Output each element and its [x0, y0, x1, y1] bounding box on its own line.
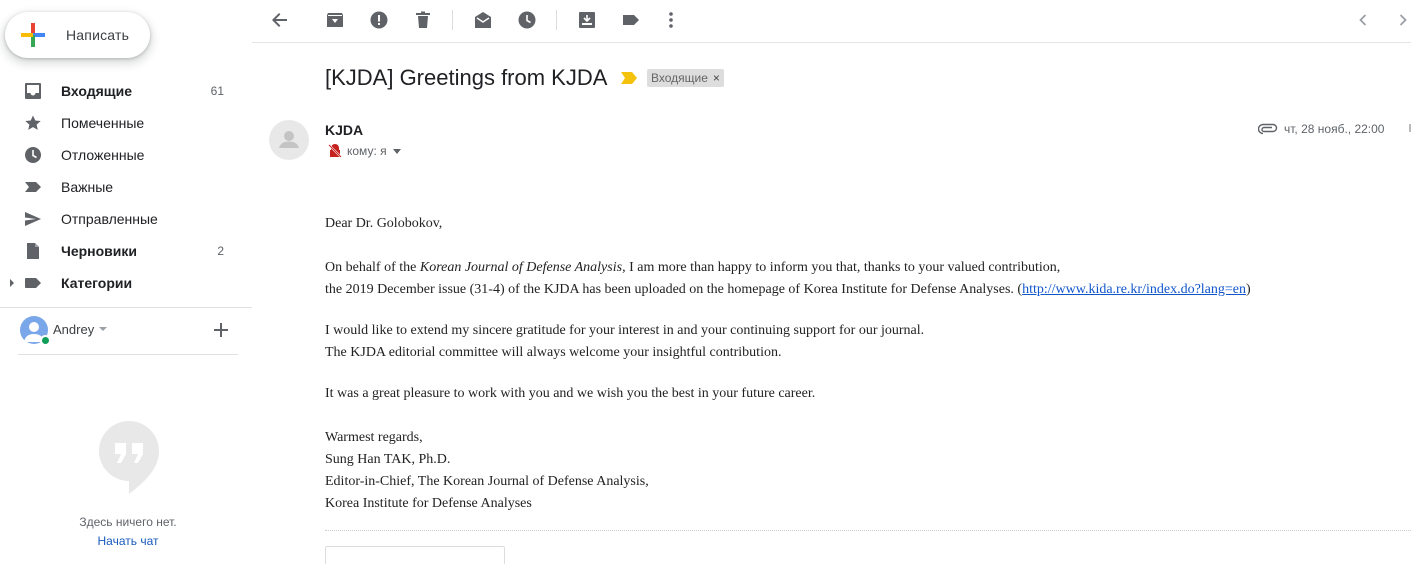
message-date: чт, 28 нояб., 22:00	[1284, 122, 1385, 136]
label-chip-inbox: Входящие ×	[647, 69, 724, 87]
body-text-span: , I am more than happy to inform you tha…	[622, 260, 1061, 275]
recipient-text: кому: я	[347, 144, 387, 158]
more-icon[interactable]	[661, 10, 681, 30]
prev-icon[interactable]	[1353, 10, 1373, 30]
sidebar-divider	[0, 307, 252, 308]
message-subject: [KJDA] Greetings from KJDA	[325, 65, 608, 90]
recipient-row: кому: я	[328, 143, 401, 159]
sidebar-nav: Входящие 61 Помеченные Отложенные Важные	[0, 75, 250, 299]
attachments-divider	[325, 530, 1411, 531]
journal-title: Korean Journal of Defense Analysis	[419, 260, 623, 275]
sidebar-item-label: Категории	[61, 275, 133, 291]
body-greeting: Dear Dr. Golobokov,	[325, 216, 443, 231]
attachment-icon	[1258, 123, 1278, 135]
unread-count: 61	[210, 84, 224, 98]
clock-icon	[24, 146, 42, 164]
sidebar-item-label: Отложенные	[61, 147, 145, 163]
hangouts-divider	[18, 354, 238, 355]
compose-plus-icon	[21, 23, 45, 47]
kida-link[interactable]: http://www.kida.re.kr/index.do?lang=en	[1022, 282, 1246, 297]
sidebar-item-inbox[interactable]: Входящие 61	[0, 75, 250, 107]
sidebar-item-label: Входящие	[61, 83, 132, 99]
mark-unread-icon[interactable]	[473, 10, 493, 30]
label-chip-text: Входящие	[651, 71, 708, 85]
sender-name[interactable]: KJDA	[325, 122, 363, 138]
sidebar-item-label: Важные	[61, 179, 114, 195]
sidebar-item-starred[interactable]: Помеченные	[0, 107, 250, 139]
inbox-icon	[24, 82, 42, 100]
attachment-card[interactable]	[325, 546, 505, 564]
sidebar-item-label: Помеченные	[61, 115, 145, 131]
hangouts-user[interactable]: Andrey	[18, 314, 238, 346]
chevron-down-icon[interactable]	[392, 148, 401, 154]
snooze-icon[interactable]	[517, 10, 537, 30]
hangouts-empty-text: Здесь ничего нет.	[79, 515, 177, 529]
sidebar: Написать Входящие 61 Помеченные Отложенн…	[0, 0, 252, 564]
signature-line-2: Sung Han TAK, Ph.D.	[325, 452, 451, 467]
compose-button[interactable]: Написать	[5, 12, 150, 58]
body-text-span: )	[1246, 282, 1251, 297]
send-icon	[24, 210, 42, 228]
body-paragraph-2: I would like to extend my sincere gratit…	[325, 323, 925, 338]
signature-line-3: Editor-in-Chief, The Korean Journal of D…	[325, 474, 649, 489]
drafts-count: 2	[217, 244, 224, 258]
delete-icon[interactable]	[413, 10, 433, 30]
hangouts-user-name: Andrey	[53, 322, 95, 337]
sidebar-item-drafts[interactable]: Черновики 2	[0, 235, 250, 267]
body-paragraph-1-line-2: the 2019 December issue (31-4) of the KJ…	[325, 279, 1251, 301]
sidebar-item-label: Черновики	[61, 243, 138, 259]
body-paragraph-2-line-2: The KJDA editorial committee will always…	[325, 345, 782, 360]
star-icon	[24, 114, 42, 132]
draft-icon	[24, 242, 42, 260]
move-to-icon[interactable]	[577, 10, 597, 30]
important-marker-icon[interactable]	[621, 72, 637, 84]
archive-icon[interactable]	[325, 10, 345, 30]
body-text-span: On behalf of the	[325, 260, 420, 275]
start-chat-link[interactable]: Начать чат	[0, 534, 256, 548]
body-paragraph-1: On behalf of the Korean Journal of Defen…	[325, 257, 1251, 279]
message-body: Dear Dr. Golobokov, On behalf of the Kor…	[325, 213, 1251, 515]
chevron-down-icon[interactable]	[99, 326, 107, 332]
toolbar-separator	[556, 10, 557, 30]
sidebar-item-label: Отправленные	[61, 211, 158, 227]
back-icon[interactable]	[270, 10, 290, 30]
signature-line-1: Warmest regards,	[325, 430, 423, 445]
signature-line-4: Korea Institute for Defense Analyses	[325, 496, 532, 511]
hangouts-quote-icon	[98, 420, 160, 494]
sidebar-item-important[interactable]: Важные	[0, 171, 250, 203]
sidebar-item-categories[interactable]: Категории	[0, 267, 250, 299]
expand-caret-icon[interactable]	[8, 278, 16, 288]
remove-label-icon[interactable]: ×	[713, 69, 720, 87]
unencrypted-lock-icon[interactable]	[328, 144, 342, 158]
online-status-dot	[40, 335, 51, 346]
body-paragraph-3: It was a great pleasure to work with you…	[325, 386, 816, 401]
label-icon	[24, 274, 42, 292]
body-text-span: the 2019 December issue (31-4) of the KJ…	[325, 282, 1023, 297]
message-toolbar	[252, 0, 1411, 43]
toolbar-separator	[452, 10, 453, 30]
labels-icon[interactable]	[621, 10, 641, 30]
sender-avatar	[269, 120, 309, 160]
report-spam-icon[interactable]	[369, 10, 389, 30]
new-chat-plus-icon[interactable]	[214, 323, 228, 337]
sidebar-item-snoozed[interactable]: Отложенные	[0, 139, 250, 171]
compose-label: Написать	[66, 27, 130, 43]
next-icon[interactable]	[1393, 10, 1411, 30]
important-icon	[24, 178, 42, 196]
sidebar-item-sent[interactable]: Отправленные	[0, 203, 250, 235]
